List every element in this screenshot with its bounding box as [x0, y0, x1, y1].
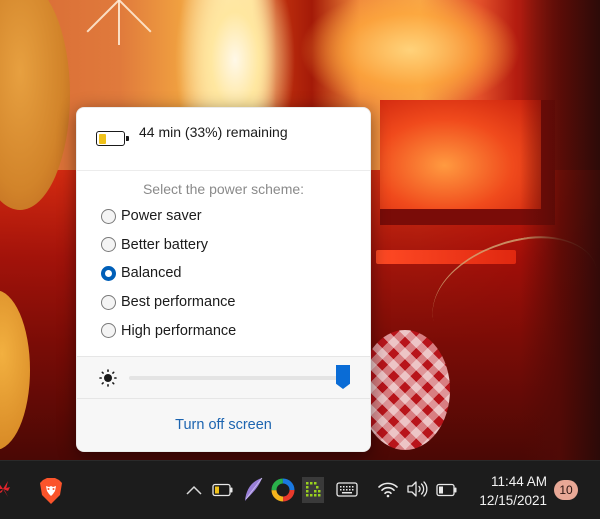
- wifi-icon[interactable]: [377, 480, 399, 498]
- scheme-option-best-performance[interactable]: Best performance: [101, 288, 370, 317]
- scheme-option-balanced[interactable]: Balanced: [101, 259, 370, 288]
- color-circle-app-icon[interactable]: [271, 478, 295, 502]
- taskbar-clock[interactable]: 11:44 AM 12/15/2021: [479, 472, 547, 510]
- scheme-option-label: Balanced: [121, 265, 182, 282]
- scheme-option-high-performance[interactable]: High performance: [101, 316, 370, 345]
- clock-time: 11:44 AM: [490, 474, 547, 489]
- flyout-footer: Turn off screen: [77, 356, 370, 451]
- radio-button[interactable]: [101, 294, 116, 310]
- battery-status-header: 44 min (33%) remaining: [77, 108, 370, 171]
- radio-button[interactable]: [101, 323, 116, 339]
- taskbar: 11:44 AM 12/15/2021 10: [0, 460, 600, 519]
- scheme-option-label: Best performance: [121, 294, 236, 311]
- scheme-option-label: High performance: [121, 322, 237, 339]
- radio-button[interactable]: [101, 208, 116, 224]
- volume-icon[interactable]: [406, 480, 428, 498]
- scheme-title: Select the power scheme:: [142, 181, 305, 197]
- battery-remaining-text: 44 min (33%) remaining: [139, 124, 288, 140]
- wallpaper-shadow: [520, 0, 600, 460]
- scheme-option-label: Power saver: [121, 208, 202, 225]
- brightness-control: [77, 357, 370, 399]
- battery-icon: [96, 131, 129, 146]
- radio-button[interactable]: [101, 237, 116, 253]
- battery-tray-icon[interactable]: [212, 482, 234, 498]
- scheme-option-better-battery[interactable]: Better battery: [101, 231, 370, 260]
- touch-keyboard-icon[interactable]: [336, 481, 358, 497]
- turn-off-screen-link[interactable]: Turn off screen: [77, 417, 370, 433]
- power-scheme-list: Power saver Better battery Balanced Best…: [77, 202, 370, 345]
- scheme-option-power-saver[interactable]: Power saver: [101, 202, 370, 231]
- power-flyout: 44 min (33%) remaining Select the power …: [76, 107, 371, 452]
- huawei-icon[interactable]: [0, 477, 12, 501]
- wallpaper-star: [78, 0, 158, 45]
- scheme-option-label: Better battery: [121, 236, 209, 253]
- clock-date: 12/15/2021: [479, 493, 547, 508]
- show-hidden-icons-chevron-up-icon[interactable]: [185, 483, 203, 497]
- green-g-app-icon[interactable]: [302, 477, 324, 503]
- wallpaper-gingham-heart: [360, 330, 450, 450]
- brave-browser-icon[interactable]: [38, 477, 64, 505]
- radio-button[interactable]: [101, 265, 116, 281]
- sun-icon: [99, 369, 117, 387]
- brightness-slider-thumb[interactable]: [336, 365, 350, 389]
- brightness-slider-track[interactable]: [129, 376, 343, 380]
- notification-count-badge[interactable]: 10: [554, 480, 578, 500]
- battery-status-icon[interactable]: [436, 482, 458, 498]
- feather-app-icon[interactable]: [242, 477, 264, 503]
- battery-fill: [98, 133, 107, 144]
